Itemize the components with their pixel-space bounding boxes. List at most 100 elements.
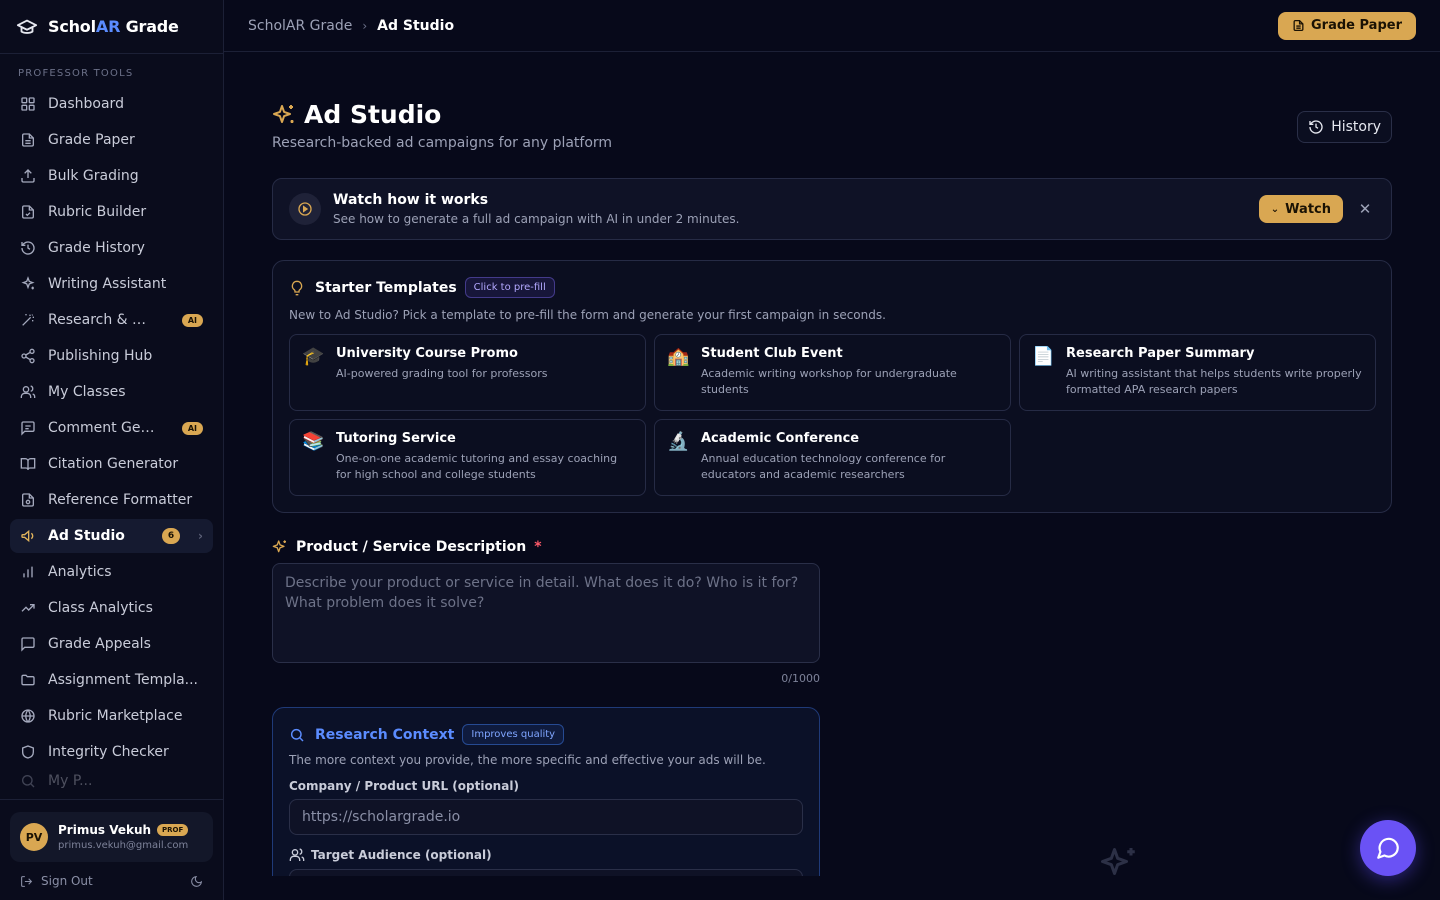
history-icon: [20, 240, 36, 256]
upload-icon: [20, 168, 36, 184]
user-card[interactable]: PV Primus Vekuh PROF primus.vekuh@gmail.…: [10, 812, 213, 862]
sidebar-item-dashboard[interactable]: Dashboard: [10, 87, 213, 121]
sparkles-icon: [272, 103, 296, 127]
chevron-right-icon: ›: [198, 529, 203, 543]
sidebar-item-writing-assistant[interactable]: Writing Assistant: [10, 267, 213, 301]
sidebar-item-assignment-templates[interactable]: Assignment Templa...: [10, 663, 213, 697]
sidebar-item-grade-appeals[interactable]: Grade Appeals: [10, 627, 213, 661]
log-out-icon: [20, 875, 33, 888]
history-button[interactable]: History: [1297, 111, 1392, 143]
role-badge: PROF: [157, 824, 189, 836]
sidebar-item-class-analytics[interactable]: Class Analytics: [10, 591, 213, 625]
template-research-paper-summary[interactable]: 📄 Research Paper Summary AI writing assi…: [1019, 334, 1376, 411]
sidebar-item-bulk-grading[interactable]: Bulk Grading: [10, 159, 213, 193]
close-icon[interactable]: ✕: [1355, 200, 1375, 218]
users-icon: [289, 847, 305, 863]
sidebar-item-label: Grade Appeals: [48, 636, 151, 652]
template-text: AI-powered grading tool for professors: [336, 367, 548, 380]
template-university-course-promo[interactable]: 🎓 University Course Promo AI-powered gra…: [289, 334, 646, 411]
sidebar-nav: Dashboard Grade Paper Bulk Grading Rubri…: [0, 87, 223, 791]
wand-icon: [20, 312, 36, 328]
sidebar-item-label: Integrity Checker: [48, 744, 169, 760]
sidebar-item-grade-history[interactable]: Grade History: [10, 231, 213, 265]
sidebar-item-citation-generator[interactable]: Citation Generator: [10, 447, 213, 481]
templates-grid: 🎓 University Course Promo AI-powered gra…: [289, 334, 1376, 496]
sidebar-item-integrity-checker[interactable]: Integrity Checker: [10, 735, 213, 769]
graduation-cap-icon: [16, 16, 38, 38]
file-check-icon: [20, 204, 36, 220]
template-academic-conference[interactable]: 🔬 Academic Conference Annual education t…: [654, 419, 1011, 496]
research-description: The more context you provide, the more s…: [289, 753, 766, 767]
sign-out-label: Sign Out: [41, 874, 93, 888]
play-icon[interactable]: [289, 193, 321, 225]
template-name: Academic Conference: [701, 431, 860, 446]
watch-button[interactable]: ⌄ Watch: [1258, 195, 1343, 223]
templates-pill: Click to pre-fill: [464, 277, 555, 298]
layout-grid-icon: [20, 96, 36, 112]
description-label: Product / Service Description *: [272, 539, 1392, 555]
topbar: ScholAR Grade › Ad Studio Grade Paper: [224, 0, 1440, 52]
signout-row: Sign Out: [10, 862, 213, 890]
main-content: Ad Studio Research-backed ad campaigns f…: [272, 52, 1392, 876]
breadcrumb-root[interactable]: ScholAR Grade: [248, 18, 352, 34]
books-icon: 📚: [302, 431, 325, 452]
templates-description: New to Ad Studio? Pick a template to pre…: [289, 308, 886, 322]
sidebar-item-research-writing[interactable]: Research & Wri... AI: [10, 303, 213, 337]
bar-chart-icon: [20, 564, 36, 580]
school-icon: 🏫: [667, 346, 690, 367]
description-textarea[interactable]: [272, 563, 820, 663]
app-name: ScholAR Grade: [48, 17, 179, 36]
url-input[interactable]: [289, 799, 803, 835]
sidebar-item-comment-generator[interactable]: Comment Gene... AI: [10, 411, 213, 445]
sidebar-item-label: My P...: [48, 773, 93, 789]
trending-up-icon: [20, 600, 36, 616]
file-text-icon: [20, 132, 36, 148]
ai-badge: AI: [181, 313, 203, 327]
sidebar-item-analytics[interactable]: Analytics: [10, 555, 213, 589]
sign-out-button[interactable]: Sign Out: [20, 874, 93, 888]
url-label: Company / Product URL (optional): [289, 779, 519, 793]
moon-icon[interactable]: [190, 875, 203, 888]
char-count: 0/1000: [781, 672, 820, 685]
sidebar-item-publishing-hub[interactable]: Publishing Hub: [10, 339, 213, 373]
message-circle-icon: [1375, 835, 1401, 861]
avatar: PV: [20, 823, 48, 851]
file-cog-icon: [20, 492, 36, 508]
sidebar-item-my-classes[interactable]: My Classes: [10, 375, 213, 409]
document-icon: 📄: [1032, 346, 1055, 367]
user-email: primus.vekuh@gmail.com: [58, 840, 189, 851]
research-pill: Improves quality: [462, 724, 565, 745]
research-title: Research Context: [315, 726, 455, 743]
sidebar-item-my-p[interactable]: My P...: [10, 771, 213, 791]
chat-button[interactable]: [1360, 820, 1416, 876]
sidebar-item-label: Ad Studio: [48, 528, 125, 544]
watch-description: See how to generate a full ad campaign w…: [333, 212, 740, 226]
template-name: Tutoring Service: [336, 431, 456, 446]
sidebar-item-label: Dashboard: [48, 96, 124, 112]
sidebar-item-grade-paper[interactable]: Grade Paper: [10, 123, 213, 157]
logo[interactable]: ScholAR Grade: [0, 0, 223, 54]
sidebar-item-rubric-marketplace[interactable]: Rubric Marketplace: [10, 699, 213, 733]
template-tutoring-service[interactable]: 📚 Tutoring Service One-on-one academic t…: [289, 419, 646, 496]
sidebar-item-label: Comment Gene...: [48, 420, 158, 436]
sidebar-item-ad-studio[interactable]: Ad Studio 6 ›: [10, 519, 213, 553]
users-icon: [20, 384, 36, 400]
required-mark: *: [534, 539, 542, 555]
history-label: History: [1331, 119, 1381, 135]
book-open-icon: [20, 456, 36, 472]
page-title: Ad Studio: [272, 100, 441, 129]
grade-paper-button[interactable]: Grade Paper: [1278, 11, 1416, 40]
message-square-icon: [20, 420, 36, 436]
sidebar-item-label: Research & Wri...: [48, 312, 158, 328]
file-text-icon: [1292, 19, 1305, 32]
search-icon: [20, 773, 36, 789]
sparkles-icon: [272, 539, 288, 555]
templates-title: Starter Templates: [315, 279, 457, 296]
template-student-club-event[interactable]: 🏫 Student Club Event Academic writing wo…: [654, 334, 1011, 411]
audience-input[interactable]: [289, 869, 803, 876]
template-text: Academic writing workshop for undergradu…: [701, 367, 957, 396]
message-square-icon: [20, 636, 36, 652]
sidebar-item-rubric-builder[interactable]: Rubric Builder: [10, 195, 213, 229]
history-icon: [1308, 119, 1324, 135]
sidebar-item-reference-formatter[interactable]: Reference Formatter: [10, 483, 213, 517]
